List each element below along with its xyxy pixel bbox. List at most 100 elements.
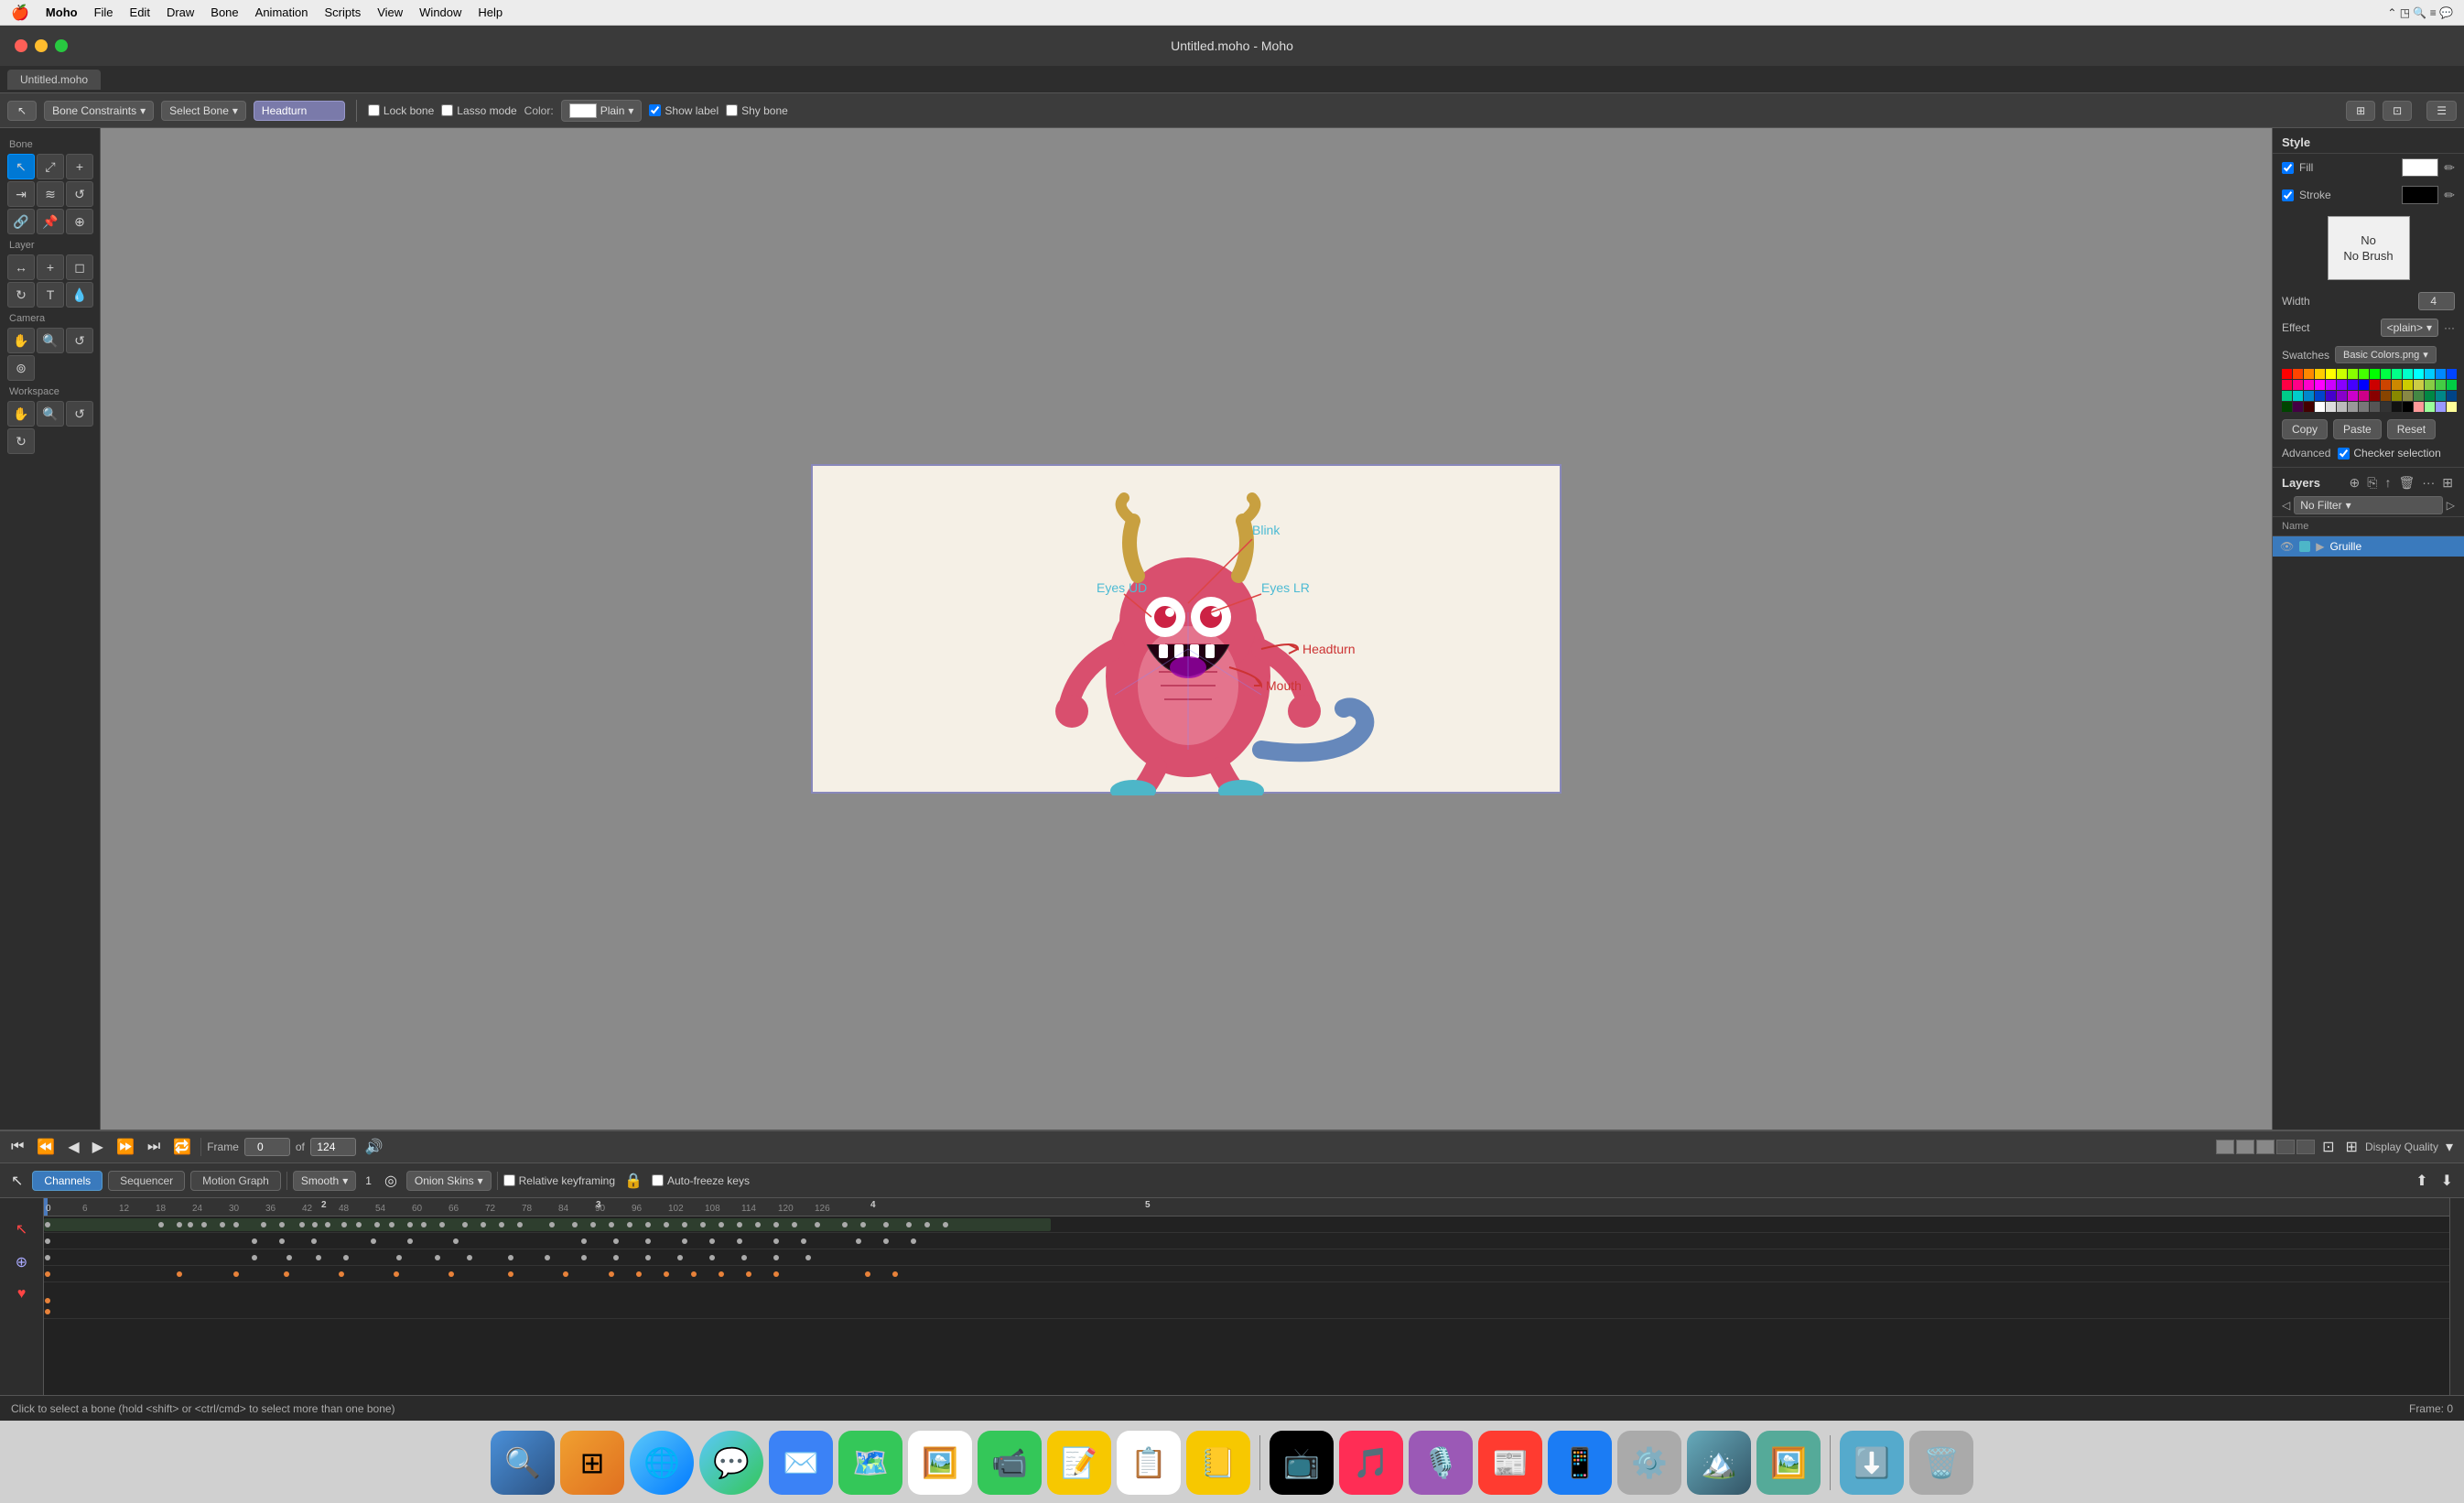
step-back[interactable]: ◀ [64,1136,82,1158]
swatch-color-47[interactable] [2447,391,2457,401]
menu-animation[interactable]: Animation [255,5,308,19]
swatch-color-31[interactable] [2447,380,2457,390]
dock-safari[interactable]: 🌐 [630,1431,694,1495]
swatch-color-11[interactable] [2403,369,2413,379]
quality-box-1[interactable] [2216,1140,2234,1154]
track-icon-3[interactable]: ♥ [17,1286,27,1303]
swatch-color-4[interactable] [2326,369,2336,379]
swatch-color-20[interactable] [2326,380,2336,390]
tool-bone-strength[interactable]: ≋ [37,181,64,207]
swatch-color-52[interactable] [2326,402,2336,412]
layer-eye-icon[interactable]: 👁 [2280,540,2294,553]
play-button[interactable]: ▶ [89,1136,107,1158]
swatch-color-34[interactable] [2304,391,2314,401]
swatch-color-28[interactable] [2414,380,2424,390]
skip-to-start[interactable]: ⏮ [7,1137,27,1157]
swatch-color-45[interactable] [2425,391,2435,401]
dock-notes[interactable]: 📝 [1047,1431,1111,1495]
bone-icon-1[interactable]: ⊞ [2346,101,2375,121]
bone-icon-2[interactable]: ⊡ [2383,101,2412,121]
freeze-icon[interactable]: ⬆ [2412,1170,2431,1192]
dock-messages[interactable]: 💬 [699,1431,763,1495]
swatch-color-37[interactable] [2337,391,2347,401]
filter-dropdown[interactable]: No Filter ▾ [2294,496,2443,514]
tool-camera-rotate[interactable]: ↺ [66,328,93,353]
swatch-color-60[interactable] [2414,402,2424,412]
menu-draw[interactable]: Draw [167,5,194,19]
dock-systemprefs[interactable]: ⚙️ [1617,1431,1681,1495]
tool-reparent-bone[interactable]: ⇥ [7,181,35,207]
menu-view[interactable]: View [377,5,403,19]
smooth-dropdown[interactable]: Smooth ▾ [293,1171,356,1191]
keyframe-lock-icon[interactable]: 🔒 [621,1170,646,1192]
tool-workspace-undo[interactable]: ↺ [66,401,93,427]
quality-box-4[interactable] [2276,1140,2295,1154]
menu-help[interactable]: Help [478,5,503,19]
swatch-color-15[interactable] [2447,369,2457,379]
color-dropdown[interactable]: Plain ▾ [561,100,643,122]
swatch-color-41[interactable] [2381,391,2391,401]
next-keyframe[interactable]: ⏭ [144,1137,164,1157]
mode-dropdown[interactable]: Bone Constraints ▾ [44,101,154,121]
dock-photos[interactable]: 🖼️ [908,1431,972,1495]
headturn-input[interactable]: Headturn [254,101,345,121]
swatch-color-42[interactable] [2392,391,2402,401]
audio-button[interactable]: 🔊 [362,1136,387,1158]
swatch-color-21[interactable] [2337,380,2347,390]
dock-facetime[interactable]: 📹 [978,1431,1042,1495]
layer-expand-icon[interactable]: ▶ [2316,540,2324,553]
dock-news[interactable]: 📰 [1478,1431,1542,1495]
layer-new-icon[interactable]: ⊕ [2348,473,2362,492]
swatch-color-44[interactable] [2414,391,2424,401]
swatch-color-43[interactable] [2403,391,2413,401]
layer-copy-icon[interactable]: ⎘ [2365,473,2379,492]
minimize-button[interactable] [35,39,48,52]
apple-menu[interactable]: 🍎 [11,4,29,22]
close-button[interactable] [15,39,27,52]
tool-pin-bone[interactable]: 📌 [37,209,64,234]
swatch-color-26[interactable] [2392,380,2402,390]
swatch-color-63[interactable] [2447,402,2457,412]
tool-layer-rotate[interactable]: ↻ [7,282,35,308]
tool-add-bone[interactable]: + [66,154,93,179]
quality-box-2[interactable] [2236,1140,2254,1154]
stroke-swatch[interactable] [2402,186,2438,204]
swatch-color-25[interactable] [2381,380,2391,390]
relative-keyframing-check[interactable]: Relative keyframing [503,1174,615,1187]
swatch-color-36[interactable] [2326,391,2336,401]
swatch-color-30[interactable] [2436,380,2446,390]
menu-bone[interactable]: Bone [211,5,238,19]
tool-layer-add[interactable]: + [37,254,64,280]
swatch-color-5[interactable] [2337,369,2347,379]
loop-button[interactable]: 🔁 [169,1136,195,1158]
lock-bone-check[interactable]: Lock bone [368,104,434,117]
swatch-color-17[interactable] [2293,380,2303,390]
paste-button[interactable]: Paste [2333,419,2382,439]
menu-edit[interactable]: Edit [130,5,150,19]
menu-window[interactable]: Window [419,5,461,19]
swatch-color-49[interactable] [2293,402,2303,412]
swatch-color-38[interactable] [2348,391,2358,401]
swatch-color-24[interactable] [2370,380,2380,390]
dock-reminders[interactable]: 📋 [1117,1431,1181,1495]
dock-altair[interactable]: 🏔️ [1687,1431,1751,1495]
show-label-check[interactable]: Show label [649,104,719,117]
dock-podcasts[interactable]: 🎙️ [1409,1431,1473,1495]
swatch-color-0[interactable] [2282,369,2292,379]
width-input[interactable] [2418,292,2455,310]
dock-appstore[interactable]: 📱 [1548,1431,1612,1495]
swatch-color-18[interactable] [2304,380,2314,390]
tool-ik-chain[interactable]: 🔗 [7,209,35,234]
swatch-color-32[interactable] [2282,391,2292,401]
swatch-color-55[interactable] [2359,402,2369,412]
dock-maps[interactable]: 🗺️ [838,1431,902,1495]
interpolation-icon[interactable]: ◎ [381,1170,401,1192]
swatch-color-33[interactable] [2293,391,2303,401]
quality-expand[interactable]: ⊡ [2318,1136,2338,1158]
timeline-scrollbar[interactable] [2449,1198,2464,1395]
tool-camera-orbit[interactable]: ⊚ [7,355,35,381]
maximize-button[interactable] [55,39,68,52]
swatch-color-56[interactable] [2370,402,2380,412]
menu-scripts[interactable]: Scripts [324,5,361,19]
quality-box-3[interactable] [2256,1140,2275,1154]
